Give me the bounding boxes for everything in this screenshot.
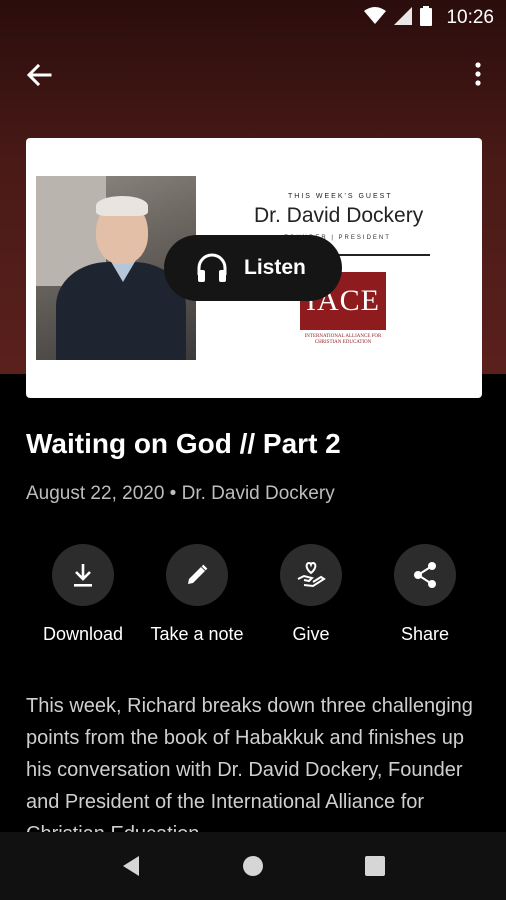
system-nav-bar [0,832,506,900]
signal-icon [394,6,413,30]
give-button[interactable]: Give [248,544,374,645]
iace-logo-subtitle: INTERNATIONAL ALLIANCE FOR CHRISTIAN EDU… [304,334,382,345]
nav-recents-icon [365,856,385,876]
give-hand-heart-icon [297,561,326,588]
share-label: Share [400,624,450,644]
nav-back-button[interactable] [111,846,151,886]
take-a-note-button[interactable]: Take a note [134,544,260,645]
guest-kicker: THIS WEEK'S GUEST [288,193,393,200]
back-button[interactable] [22,60,56,90]
share-icon [414,562,436,588]
more-options-button[interactable] [468,58,488,90]
episode-description: This week, Richard breaks down three cha… [26,695,473,832]
take-a-note-label: Take a note [150,624,244,644]
nav-home-icon [243,856,263,876]
app-bar [0,48,506,100]
status-bar: 10:26 [0,0,506,36]
battery-icon [420,5,433,31]
listen-button[interactable]: Listen [164,235,342,301]
give-label: Give [292,624,330,644]
share-button[interactable]: Share [362,544,488,645]
download-label: Download [42,624,124,644]
episode-title: Waiting on God // Part 2 [26,428,341,459]
download-button[interactable]: Download [20,544,146,645]
episode-meta: August 22, 2020 • Dr. David Dockery [26,483,335,504]
wifi-icon [364,6,387,30]
listen-label: Listen [244,256,306,279]
nav-home-button[interactable] [233,846,273,886]
download-icon [74,564,92,587]
guest-name: Dr. David Dockery [254,204,424,227]
action-row: Download Take a note Give Share [0,544,506,654]
nav-recents-button[interactable] [355,846,395,886]
status-time: 10:26 [446,7,494,28]
arrow-back-icon [26,63,52,87]
more-vert-icon [475,62,481,86]
headphones-icon [197,253,227,282]
nav-back-icon [123,856,139,876]
pencil-icon [188,564,208,584]
